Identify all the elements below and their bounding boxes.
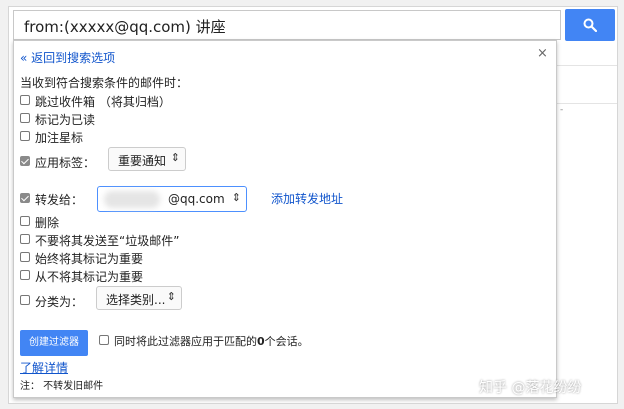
create-filter-button[interactable]: 创建过滤器 [20,330,88,356]
forward-domain: @qq.com [168,192,225,206]
forward-address-select[interactable]: @qq.com ⇕ [97,186,247,212]
note-text: 注： 不转发旧邮件 [20,381,104,392]
checkbox[interactable] [20,131,30,141]
redacted-address [104,191,160,208]
gmail-window: - from:(xxxxx@qq.com) 讲座 « 返回到搜索选项 × 当收到… [8,6,618,404]
option-label: 始终将其标记为重要 [35,252,144,266]
background-text-fragment: - [560,105,564,115]
background-list [557,43,617,403]
checkbox[interactable] [20,216,30,226]
divider [557,103,617,104]
back-to-search-options-link[interactable]: « 返回到搜索选项 [20,49,115,66]
option-label: 不要将其发送至“垃圾邮件” [35,234,180,248]
checkbox[interactable] [99,335,109,345]
option-label: 删除 [35,216,60,230]
learn-more-link[interactable]: 了解详情 [20,359,68,376]
checkbox[interactable] [20,193,30,203]
option-label: 标记为已读 [35,113,96,127]
search-icon [583,18,597,32]
filter-heading: 当收到符合搜索条件的邮件时： [20,76,189,90]
checkbox[interactable] [20,270,30,280]
option-label: 应用标签： [35,156,96,170]
category-select[interactable]: 选择类别... ⇕ [96,286,182,310]
option-label: 转发给： [35,193,84,207]
search-button[interactable] [565,9,615,41]
updown-icon: ⇕ [170,151,180,164]
option-label: 跳过收件箱 （将其归档） [35,95,171,109]
close-icon[interactable]: × [537,46,548,61]
option-label: 同时将此过滤器应用于匹配的0个会话。 [114,335,309,348]
create-filter-panel: « 返回到搜索选项 × 当收到符合搜索条件的邮件时： 跳过收件箱 （将其归档） … [13,40,557,398]
checkbox[interactable] [20,156,30,166]
checkbox[interactable] [20,295,30,305]
divider [557,65,617,66]
checkbox[interactable] [20,95,30,105]
updown-icon: ⇕ [231,191,241,204]
label-select[interactable]: 重要通知 ⇕ [108,147,186,171]
option-label: 加注星标 [35,131,84,145]
checkbox[interactable] [20,113,30,123]
add-forwarding-address-link[interactable]: 添加转发地址 [271,190,343,207]
search-query: from:(xxxxx@qq.com) 讲座 [24,18,226,36]
label-select-value: 重要通知 [118,154,167,168]
option-label: 分类为： [35,295,84,309]
category-select-value: 选择类别... [106,293,166,307]
watermark: 知乎 @落花纷纷 [479,380,582,396]
checkbox[interactable] [20,252,30,262]
search-input[interactable]: from:(xxxxx@qq.com) 讲座 [13,10,561,40]
checkbox[interactable] [20,234,30,244]
updown-icon: ⇕ [166,290,176,303]
option-label: 从不将其标记为重要 [35,270,144,284]
